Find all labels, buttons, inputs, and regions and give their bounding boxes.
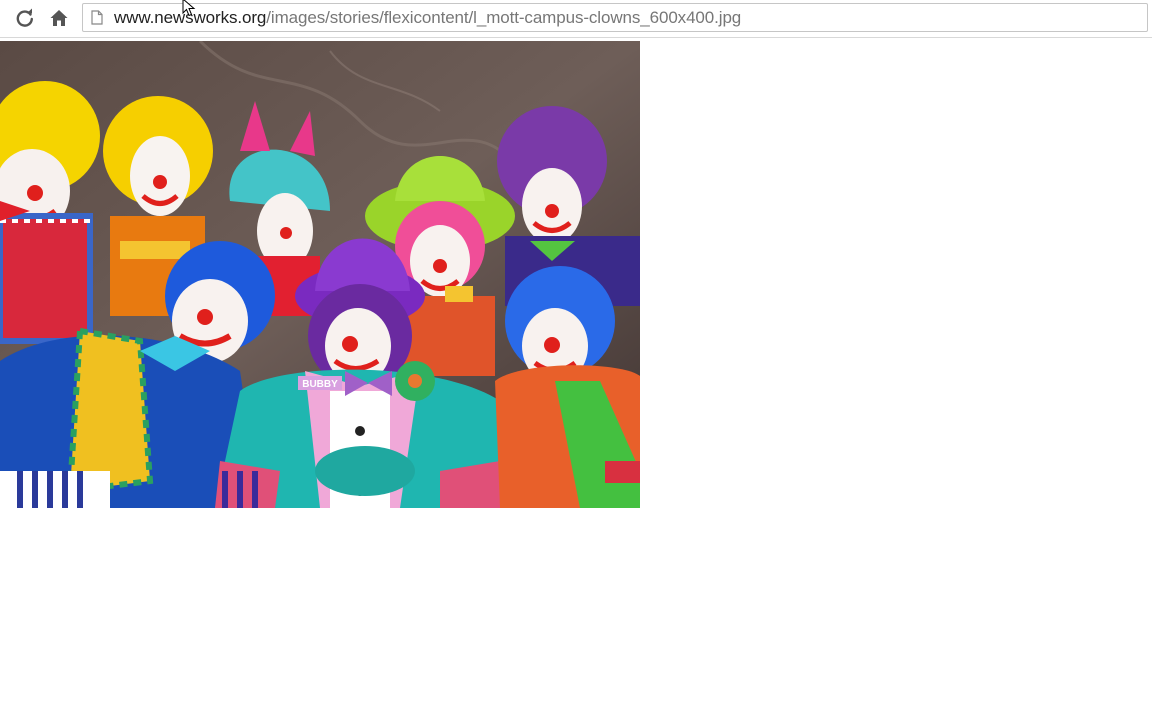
reload-button[interactable] [13,6,37,30]
home-button[interactable] [47,6,71,30]
displayed-image: BUBBY [0,41,640,508]
browser-toolbar: www.newsworks.org/images/stories/flexico… [0,0,1152,38]
url-text[interactable]: www.newsworks.org/images/stories/flexico… [114,8,741,28]
page-icon [91,10,105,26]
name-tag-bubby: BUBBY [302,379,338,390]
clowns-photo: BUBBY [0,41,640,508]
home-icon [50,10,68,26]
address-bar[interactable]: www.newsworks.org/images/stories/flexico… [82,3,1148,32]
url-path: /images/stories/flexicontent/l_mott-camp… [266,7,742,27]
reload-icon [16,8,33,27]
cursor-icon [182,0,196,17]
